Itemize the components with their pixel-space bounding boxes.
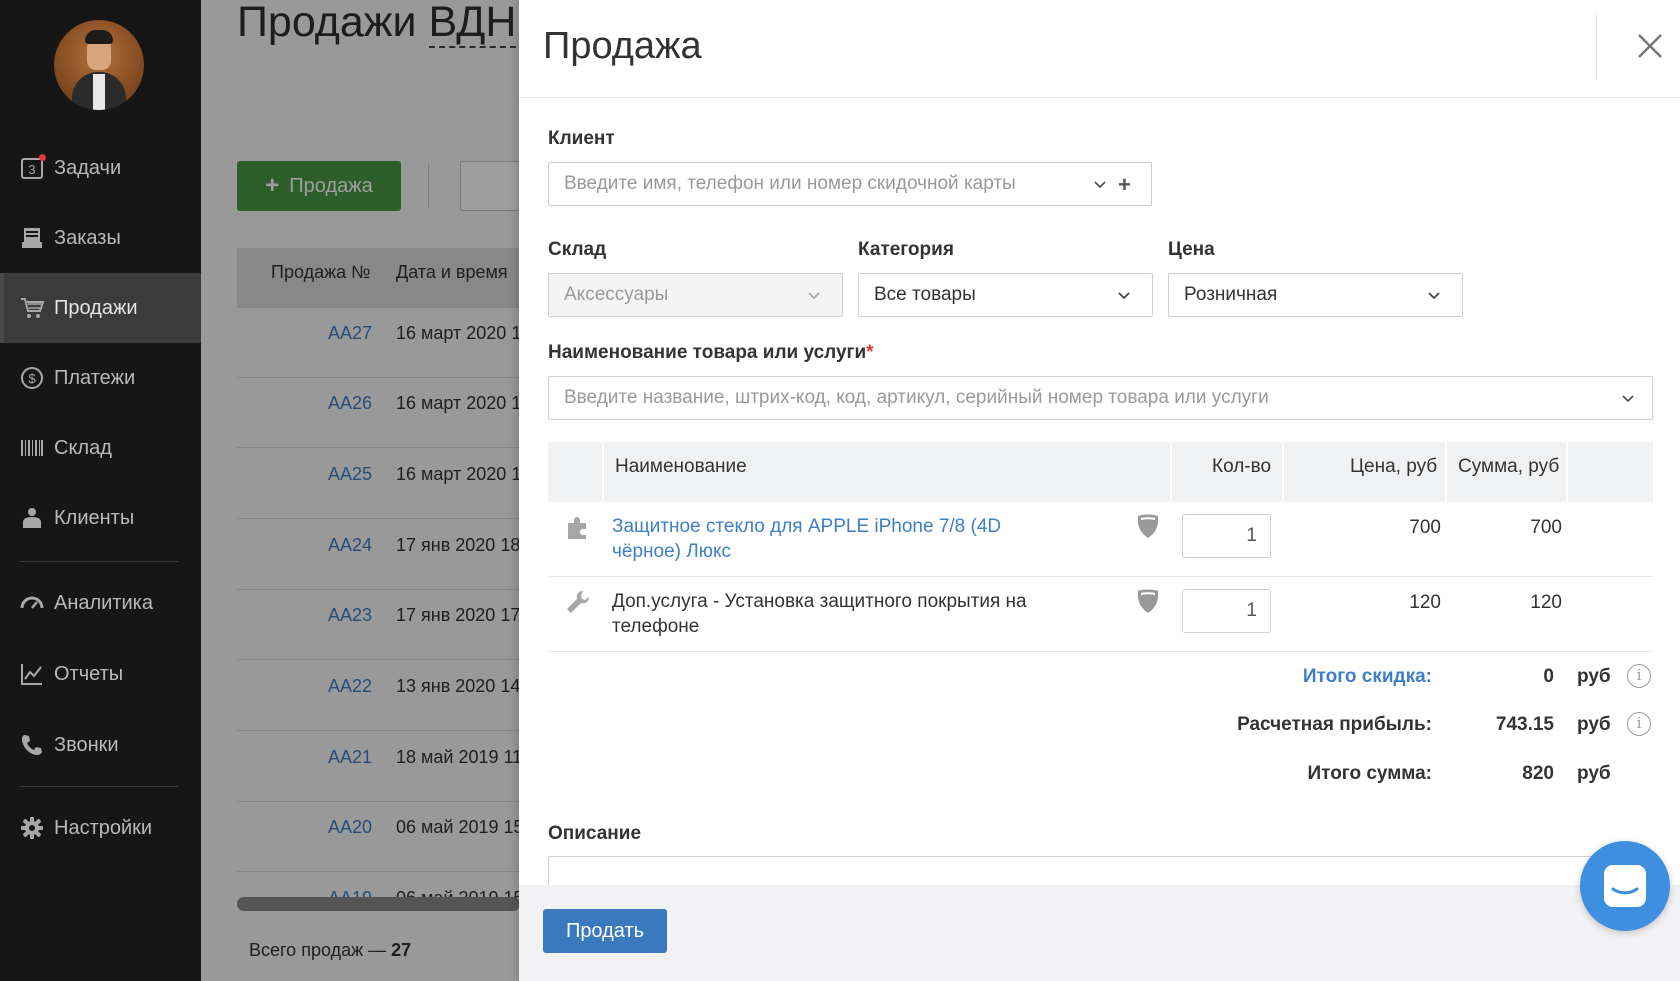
chevron-down-icon[interactable] xyxy=(1621,392,1635,406)
sidebar-item-orders[interactable]: Заказы xyxy=(0,203,201,273)
modal-title: Продажа xyxy=(543,25,702,67)
quantity-input[interactable]: 1 xyxy=(1182,589,1271,633)
svg-text:$: $ xyxy=(28,371,36,386)
sidebar: 3 Задачи Заказы Продажи $ Платежи Склад … xyxy=(0,0,201,981)
client-input[interactable]: Введите имя, телефон или номер скидочной… xyxy=(548,162,1152,206)
column-divider xyxy=(1282,442,1284,502)
description-label: Описание xyxy=(548,823,642,844)
column-header-qty: Кол-во xyxy=(1212,456,1272,477)
item-sum: 120 xyxy=(1530,592,1562,613)
sidebar-item-label: Заказы xyxy=(54,226,121,249)
column-divider xyxy=(1170,442,1172,502)
chevron-down-icon xyxy=(808,292,820,300)
sidebar-item-label: Звонки xyxy=(54,733,119,756)
tasks-icon: 3 xyxy=(20,154,46,180)
info-icon[interactable]: i xyxy=(1627,712,1651,736)
quantity-input[interactable]: 1 xyxy=(1182,514,1271,558)
item-sum: 700 xyxy=(1530,517,1562,538)
sidebar-divider xyxy=(20,786,178,787)
sidebar-item-analytics[interactable]: Аналитика xyxy=(0,568,201,638)
puzzle-icon xyxy=(568,517,586,539)
product-search-input[interactable]: Введите название, штрих-код, код, артику… xyxy=(548,376,1653,420)
column-divider xyxy=(1566,442,1568,502)
currency-label: руб xyxy=(1577,714,1611,735)
sidebar-item-label: Склад xyxy=(54,436,112,459)
client-label: Клиент xyxy=(548,128,615,149)
price-type-select[interactable]: Розничная xyxy=(1168,273,1463,317)
estimated-profit-label: Расчетная прибыль: xyxy=(1237,714,1432,735)
phone-icon xyxy=(20,733,44,757)
column-header-name: Наименование xyxy=(615,456,747,477)
warehouse-select[interactable]: Аксессуары xyxy=(548,273,843,317)
total-sum-value: 820 xyxy=(1522,763,1554,784)
sidebar-item-settings[interactable]: Настройки xyxy=(0,793,201,863)
sidebar-item-label: Настройки xyxy=(54,816,153,839)
chat-widget-button[interactable] xyxy=(1580,841,1670,931)
column-header-sum: Сумма, руб xyxy=(1458,456,1560,477)
sidebar-item-warehouse[interactable]: Склад xyxy=(0,413,201,483)
close-icon[interactable] xyxy=(1632,28,1668,64)
wrench-icon xyxy=(567,590,590,613)
gear-icon xyxy=(20,816,44,840)
cart-icon xyxy=(20,296,44,320)
warranty-shield-icon[interactable] xyxy=(1136,588,1160,614)
item-price: 700 xyxy=(1409,517,1441,538)
discount-total-link[interactable]: Итого скидка: xyxy=(1303,666,1432,688)
modal-backdrop[interactable] xyxy=(201,0,519,981)
item-price: 120 xyxy=(1409,592,1441,613)
sale-modal: Продажа Клиент Введите имя, телефон или … xyxy=(519,0,1680,981)
warehouse-label: Склад xyxy=(548,239,607,260)
chart-icon xyxy=(20,662,44,686)
warranty-shield-icon[interactable] xyxy=(1136,513,1160,539)
estimated-profit-value: 743.15 xyxy=(1495,714,1554,735)
item-name: Доп.услуга - Установка защитного покрыти… xyxy=(612,591,1027,637)
column-divider xyxy=(1445,442,1447,502)
sidebar-divider xyxy=(20,561,178,562)
category-label: Категория xyxy=(858,239,954,260)
sidebar-item-payments[interactable]: $ Платежи xyxy=(0,343,201,413)
gauge-icon xyxy=(20,591,44,615)
sidebar-item-label: Задачи xyxy=(54,156,122,179)
svg-text:3: 3 xyxy=(28,162,35,177)
sidebar-item-reports[interactable]: Отчеты xyxy=(0,639,201,709)
total-sum-label: Итого сумма: xyxy=(1307,763,1432,784)
sidebar-item-label: Клиенты xyxy=(54,506,135,529)
sidebar-item-label: Продажи xyxy=(54,296,138,319)
barcode-icon xyxy=(20,436,44,460)
sidebar-item-calls[interactable]: Звонки xyxy=(0,710,201,780)
discount-total-value: 0 xyxy=(1543,666,1554,687)
modal-footer xyxy=(519,885,1680,981)
notification-dot xyxy=(39,154,46,161)
dollar-icon: $ xyxy=(20,366,44,390)
add-client-icon[interactable]: + xyxy=(1118,172,1131,198)
info-icon[interactable]: i xyxy=(1627,664,1651,688)
currency-label: руб xyxy=(1577,763,1611,784)
sell-button[interactable]: Продать xyxy=(543,909,667,953)
product-label: Наименование товара или услуги* xyxy=(548,342,874,363)
chevron-down-icon xyxy=(1118,292,1130,300)
column-divider xyxy=(602,442,604,502)
chat-icon xyxy=(1604,865,1646,907)
user-icon xyxy=(20,506,44,530)
chevron-down-icon[interactable] xyxy=(1093,178,1107,192)
sidebar-item-clients[interactable]: Клиенты xyxy=(0,483,201,553)
category-select[interactable]: Все товары xyxy=(858,273,1153,317)
sidebar-item-label: Аналитика xyxy=(54,591,153,614)
sidebar-item-label: Отчеты xyxy=(54,662,124,685)
chevron-down-icon xyxy=(1428,292,1440,300)
sidebar-item-label: Платежи xyxy=(54,366,136,389)
header-divider xyxy=(1596,14,1597,80)
user-avatar[interactable] xyxy=(54,20,144,110)
column-header-price: Цена, руб xyxy=(1350,456,1438,477)
orders-icon xyxy=(20,226,44,250)
sidebar-item-sales[interactable]: Продажи xyxy=(0,273,201,343)
item-name-link[interactable]: Защитное стекло для APPLE iPhone 7/8 (4D… xyxy=(612,514,1072,564)
modal-header: Продажа xyxy=(519,0,1680,98)
currency-label: руб xyxy=(1577,666,1611,687)
price-type-label: Цена xyxy=(1168,239,1215,260)
sidebar-item-tasks[interactable]: 3 Задачи xyxy=(0,133,201,203)
